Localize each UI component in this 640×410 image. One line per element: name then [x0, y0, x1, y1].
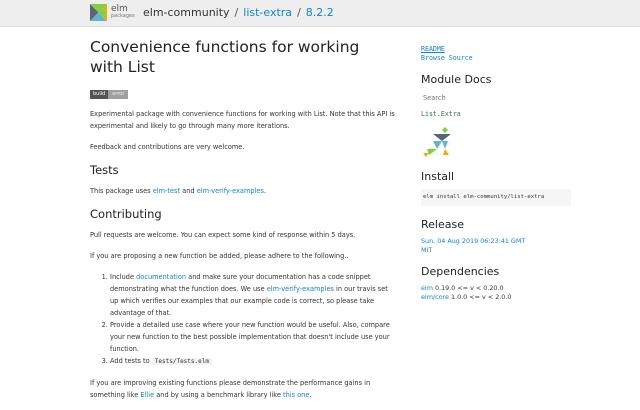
dependency-row: elm 0.19.0 <= v < 0.20.0 [421, 284, 504, 292]
release-heading: Release [421, 218, 464, 231]
install-heading: Install [421, 170, 455, 183]
benchmark-link[interactable]: this one [283, 391, 309, 399]
intro-text: Experimental package with convenience fu… [90, 110, 395, 130]
dependencies-heading: Dependencies [421, 265, 500, 278]
contributing-heading: Contributing [90, 207, 162, 221]
release-date-link[interactable]: Sun, 04 Aug 2019 06:23:41 GMT [421, 237, 571, 246]
license: MIT [421, 246, 433, 254]
elm-tangram-icon [90, 4, 107, 21]
page-title: Convenience functions for working with L… [90, 38, 360, 76]
documentation-link[interactable]: documentation [136, 273, 186, 281]
improving-text: If you are improving existing functions … [90, 379, 371, 399]
elm-verify-examples-link[interactable]: elm-verify-examples [197, 187, 264, 195]
list-item: Include documentation and make sure your… [110, 271, 395, 319]
dependency-link[interactable]: elm [421, 284, 433, 292]
proposing-text: If you are proposing a new function be a… [90, 252, 349, 260]
module-link-list-extra[interactable]: List.Extra [421, 110, 571, 119]
elm-verify-examples-link-2[interactable]: elm-verify-examples [267, 285, 334, 293]
breadcrumb-version[interactable]: 8.2.2 [306, 6, 334, 19]
pull-requests-text: Pull requests are welcome. You can expec… [90, 231, 356, 239]
module-search-input[interactable] [421, 92, 541, 104]
list-item: Add tests to Tests/Tests.elm [110, 355, 395, 368]
browse-source-link[interactable]: Browse Source [421, 54, 571, 63]
elm-test-link[interactable]: elm-test [153, 187, 180, 195]
install-command[interactable]: elm install elm-community/list-extra [421, 189, 571, 206]
guidelines-list: Include documentation and make sure your… [90, 271, 395, 368]
dependency-row: elm/core 1.0.0 <= v < 2.0.0 [421, 293, 512, 301]
list-item: Provide a detailed use case where your n… [110, 319, 395, 355]
feedback-text: Feedback and contributions are very welc… [90, 143, 245, 151]
build-badge[interactable]: build error [90, 90, 129, 99]
readme-content: Convenience functions for working with L… [90, 37, 395, 410]
tests-text: This package uses elm-test and elm-verif… [90, 187, 266, 195]
sidebar: README Browse Source Module Docs List.Ex… [421, 45, 571, 302]
readme-link[interactable]: README [421, 45, 571, 54]
dependency-link[interactable]: elm/core [421, 293, 449, 301]
elm-runner-icon [423, 127, 451, 157]
breadcrumb-package[interactable]: list-extra [243, 6, 292, 19]
breadcrumb: elm-community / list-extra/8.2.2 [143, 6, 334, 19]
breadcrumb-author: elm-community [143, 6, 230, 19]
elm-packages-logo[interactable]: elm packages [90, 4, 135, 21]
tests-heading: Tests [90, 163, 119, 177]
top-bar: elm packages elm-community / list-extra/8.2… [0, 0, 640, 27]
ellie-link[interactable]: Ellie [140, 391, 154, 399]
module-docs-heading: Module Docs [421, 73, 492, 86]
